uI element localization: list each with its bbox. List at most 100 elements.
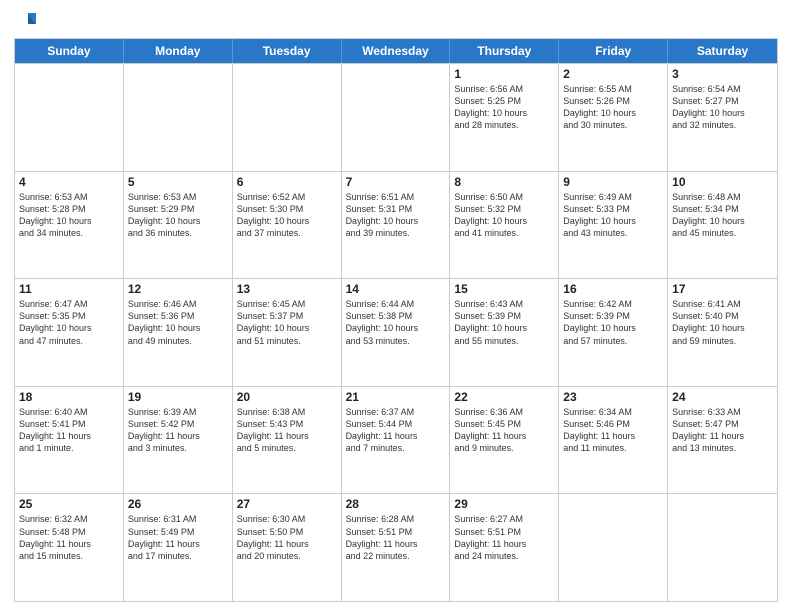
- day-info: Sunrise: 6:37 AM Sunset: 5:44 PM Dayligh…: [346, 406, 446, 455]
- day-number: 15: [454, 282, 554, 296]
- logo-icon: [14, 10, 36, 32]
- day-info: Sunrise: 6:55 AM Sunset: 5:26 PM Dayligh…: [563, 83, 663, 132]
- day-number: 5: [128, 175, 228, 189]
- day-info: Sunrise: 6:45 AM Sunset: 5:37 PM Dayligh…: [237, 298, 337, 347]
- day-info: Sunrise: 6:30 AM Sunset: 5:50 PM Dayligh…: [237, 513, 337, 562]
- calendar-day-cell: 13 Sunrise: 6:45 AM Sunset: 5:37 PM Dayli…: [233, 279, 342, 386]
- calendar-week-row: 4 Sunrise: 6:53 AM Sunset: 5:28 PM Daylig…: [15, 171, 777, 279]
- day-info: Sunrise: 6:53 AM Sunset: 5:29 PM Dayligh…: [128, 191, 228, 240]
- day-info: Sunrise: 6:41 AM Sunset: 5:40 PM Dayligh…: [672, 298, 773, 347]
- day-info: Sunrise: 6:53 AM Sunset: 5:28 PM Dayligh…: [19, 191, 119, 240]
- day-number: 26: [128, 497, 228, 511]
- calendar-week-row: 25 Sunrise: 6:32 AM Sunset: 5:48 PM Dayli…: [15, 493, 777, 601]
- calendar-day-cell: 12 Sunrise: 6:46 AM Sunset: 5:36 PM Dayli…: [124, 279, 233, 386]
- calendar-week-row: 11 Sunrise: 6:47 AM Sunset: 5:35 PM Dayli…: [15, 278, 777, 386]
- day-number: 8: [454, 175, 554, 189]
- calendar-day-cell: 18 Sunrise: 6:40 AM Sunset: 5:41 PM Dayli…: [15, 387, 124, 494]
- calendar-day-cell: 1 Sunrise: 6:56 AM Sunset: 5:25 PM Daylig…: [450, 64, 559, 171]
- day-number: 12: [128, 282, 228, 296]
- day-info: Sunrise: 6:49 AM Sunset: 5:33 PM Dayligh…: [563, 191, 663, 240]
- calendar-day-cell: 6 Sunrise: 6:52 AM Sunset: 5:30 PM Daylig…: [233, 172, 342, 279]
- day-info: Sunrise: 6:50 AM Sunset: 5:32 PM Dayligh…: [454, 191, 554, 240]
- day-number: 22: [454, 390, 554, 404]
- day-number: 19: [128, 390, 228, 404]
- day-info: Sunrise: 6:32 AM Sunset: 5:48 PM Dayligh…: [19, 513, 119, 562]
- day-info: Sunrise: 6:33 AM Sunset: 5:47 PM Dayligh…: [672, 406, 773, 455]
- day-number: 20: [237, 390, 337, 404]
- day-info: Sunrise: 6:40 AM Sunset: 5:41 PM Dayligh…: [19, 406, 119, 455]
- day-info: Sunrise: 6:56 AM Sunset: 5:25 PM Dayligh…: [454, 83, 554, 132]
- day-number: 6: [237, 175, 337, 189]
- calendar-day-cell: 5 Sunrise: 6:53 AM Sunset: 5:29 PM Daylig…: [124, 172, 233, 279]
- calendar-day-cell: 4 Sunrise: 6:53 AM Sunset: 5:28 PM Daylig…: [15, 172, 124, 279]
- calendar-header-cell: Monday: [124, 39, 233, 63]
- day-info: Sunrise: 6:54 AM Sunset: 5:27 PM Dayligh…: [672, 83, 773, 132]
- day-number: 4: [19, 175, 119, 189]
- day-number: 14: [346, 282, 446, 296]
- calendar-day-cell: [233, 64, 342, 171]
- day-number: 17: [672, 282, 773, 296]
- calendar-day-cell: [559, 494, 668, 601]
- calendar-day-cell: 22 Sunrise: 6:36 AM Sunset: 5:45 PM Dayli…: [450, 387, 559, 494]
- day-info: Sunrise: 6:28 AM Sunset: 5:51 PM Dayligh…: [346, 513, 446, 562]
- day-info: Sunrise: 6:47 AM Sunset: 5:35 PM Dayligh…: [19, 298, 119, 347]
- day-number: 16: [563, 282, 663, 296]
- day-number: 1: [454, 67, 554, 81]
- calendar-day-cell: 28 Sunrise: 6:28 AM Sunset: 5:51 PM Dayli…: [342, 494, 451, 601]
- calendar-day-cell: 21Sunrise: 6:37 AM Sunset: 5:44 PM Dayli…: [342, 387, 451, 494]
- calendar-day-cell: 3 Sunrise: 6:54 AM Sunset: 5:27 PM Daylig…: [668, 64, 777, 171]
- calendar-day-cell: 17 Sunrise: 6:41 AM Sunset: 5:40 PM Dayli…: [668, 279, 777, 386]
- calendar-day-cell: 26 Sunrise: 6:31 AM Sunset: 5:49 PM Dayli…: [124, 494, 233, 601]
- calendar-day-cell: 19 Sunrise: 6:39 AM Sunset: 5:42 PM Dayli…: [124, 387, 233, 494]
- calendar-body: 1 Sunrise: 6:56 AM Sunset: 5:25 PM Daylig…: [15, 63, 777, 601]
- day-number: 23: [563, 390, 663, 404]
- calendar: SundayMondayTuesdayWednesdayThursdayFrid…: [14, 38, 778, 602]
- calendar-week-row: 1 Sunrise: 6:56 AM Sunset: 5:25 PM Daylig…: [15, 63, 777, 171]
- calendar-day-cell: [342, 64, 451, 171]
- day-info: Sunrise: 6:31 AM Sunset: 5:49 PM Dayligh…: [128, 513, 228, 562]
- day-info: Sunrise: 6:52 AM Sunset: 5:30 PM Dayligh…: [237, 191, 337, 240]
- calendar-day-cell: 9 Sunrise: 6:49 AM Sunset: 5:33 PM Daylig…: [559, 172, 668, 279]
- day-number: 24: [672, 390, 773, 404]
- logo: [14, 10, 38, 32]
- calendar-day-cell: 7 Sunrise: 6:51 AM Sunset: 5:31 PM Daylig…: [342, 172, 451, 279]
- day-info: Sunrise: 6:51 AM Sunset: 5:31 PM Dayligh…: [346, 191, 446, 240]
- day-info: Sunrise: 6:48 AM Sunset: 5:34 PM Dayligh…: [672, 191, 773, 240]
- day-info: Sunrise: 6:36 AM Sunset: 5:45 PM Dayligh…: [454, 406, 554, 455]
- calendar-day-cell: 25 Sunrise: 6:32 AM Sunset: 5:48 PM Dayli…: [15, 494, 124, 601]
- calendar-day-cell: 29Sunrise: 6:27 AM Sunset: 5:51 PM Dayli…: [450, 494, 559, 601]
- calendar-header-cell: Wednesday: [342, 39, 451, 63]
- calendar-day-cell: [124, 64, 233, 171]
- day-info: Sunrise: 6:27 AM Sunset: 5:51 PM Dayligh…: [454, 513, 554, 562]
- calendar-day-cell: 10 Sunrise: 6:48 AM Sunset: 5:34 PM Dayli…: [668, 172, 777, 279]
- calendar-header-cell: Thursday: [450, 39, 559, 63]
- day-number: 28: [346, 497, 446, 511]
- day-number: 9: [563, 175, 663, 189]
- day-number: 13: [237, 282, 337, 296]
- day-info: Sunrise: 6:39 AM Sunset: 5:42 PM Dayligh…: [128, 406, 228, 455]
- calendar-day-cell: [15, 64, 124, 171]
- day-info: Sunrise: 6:46 AM Sunset: 5:36 PM Dayligh…: [128, 298, 228, 347]
- calendar-day-cell: 24 Sunrise: 6:33 AM Sunset: 5:47 PM Dayli…: [668, 387, 777, 494]
- calendar-day-cell: 8 Sunrise: 6:50 AM Sunset: 5:32 PM Daylig…: [450, 172, 559, 279]
- day-number: 3: [672, 67, 773, 81]
- calendar-day-cell: 23 Sunrise: 6:34 AM Sunset: 5:46 PM Dayli…: [559, 387, 668, 494]
- day-number: 7: [346, 175, 446, 189]
- calendar-day-cell: 14 Sunrise: 6:44 AM Sunset: 5:38 PM Dayli…: [342, 279, 451, 386]
- day-number: 10: [672, 175, 773, 189]
- day-info: Sunrise: 6:44 AM Sunset: 5:38 PM Dayligh…: [346, 298, 446, 347]
- day-number: 11: [19, 282, 119, 296]
- calendar-day-cell: 11 Sunrise: 6:47 AM Sunset: 5:35 PM Dayli…: [15, 279, 124, 386]
- day-number: 18: [19, 390, 119, 404]
- calendar-header-cell: Friday: [559, 39, 668, 63]
- day-number: 25: [19, 497, 119, 511]
- page-header: [14, 10, 778, 32]
- calendar-day-cell: 27Sunrise: 6:30 AM Sunset: 5:50 PM Dayli…: [233, 494, 342, 601]
- calendar-day-cell: [668, 494, 777, 601]
- calendar-header-cell: Tuesday: [233, 39, 342, 63]
- day-info: Sunrise: 6:38 AM Sunset: 5:43 PM Dayligh…: [237, 406, 337, 455]
- calendar-day-cell: 2Sunrise: 6:55 AM Sunset: 5:26 PM Daylig…: [559, 64, 668, 171]
- calendar-day-cell: 15Sunrise: 6:43 AM Sunset: 5:39 PM Dayli…: [450, 279, 559, 386]
- day-info: Sunrise: 6:34 AM Sunset: 5:46 PM Dayligh…: [563, 406, 663, 455]
- calendar-week-row: 18 Sunrise: 6:40 AM Sunset: 5:41 PM Dayli…: [15, 386, 777, 494]
